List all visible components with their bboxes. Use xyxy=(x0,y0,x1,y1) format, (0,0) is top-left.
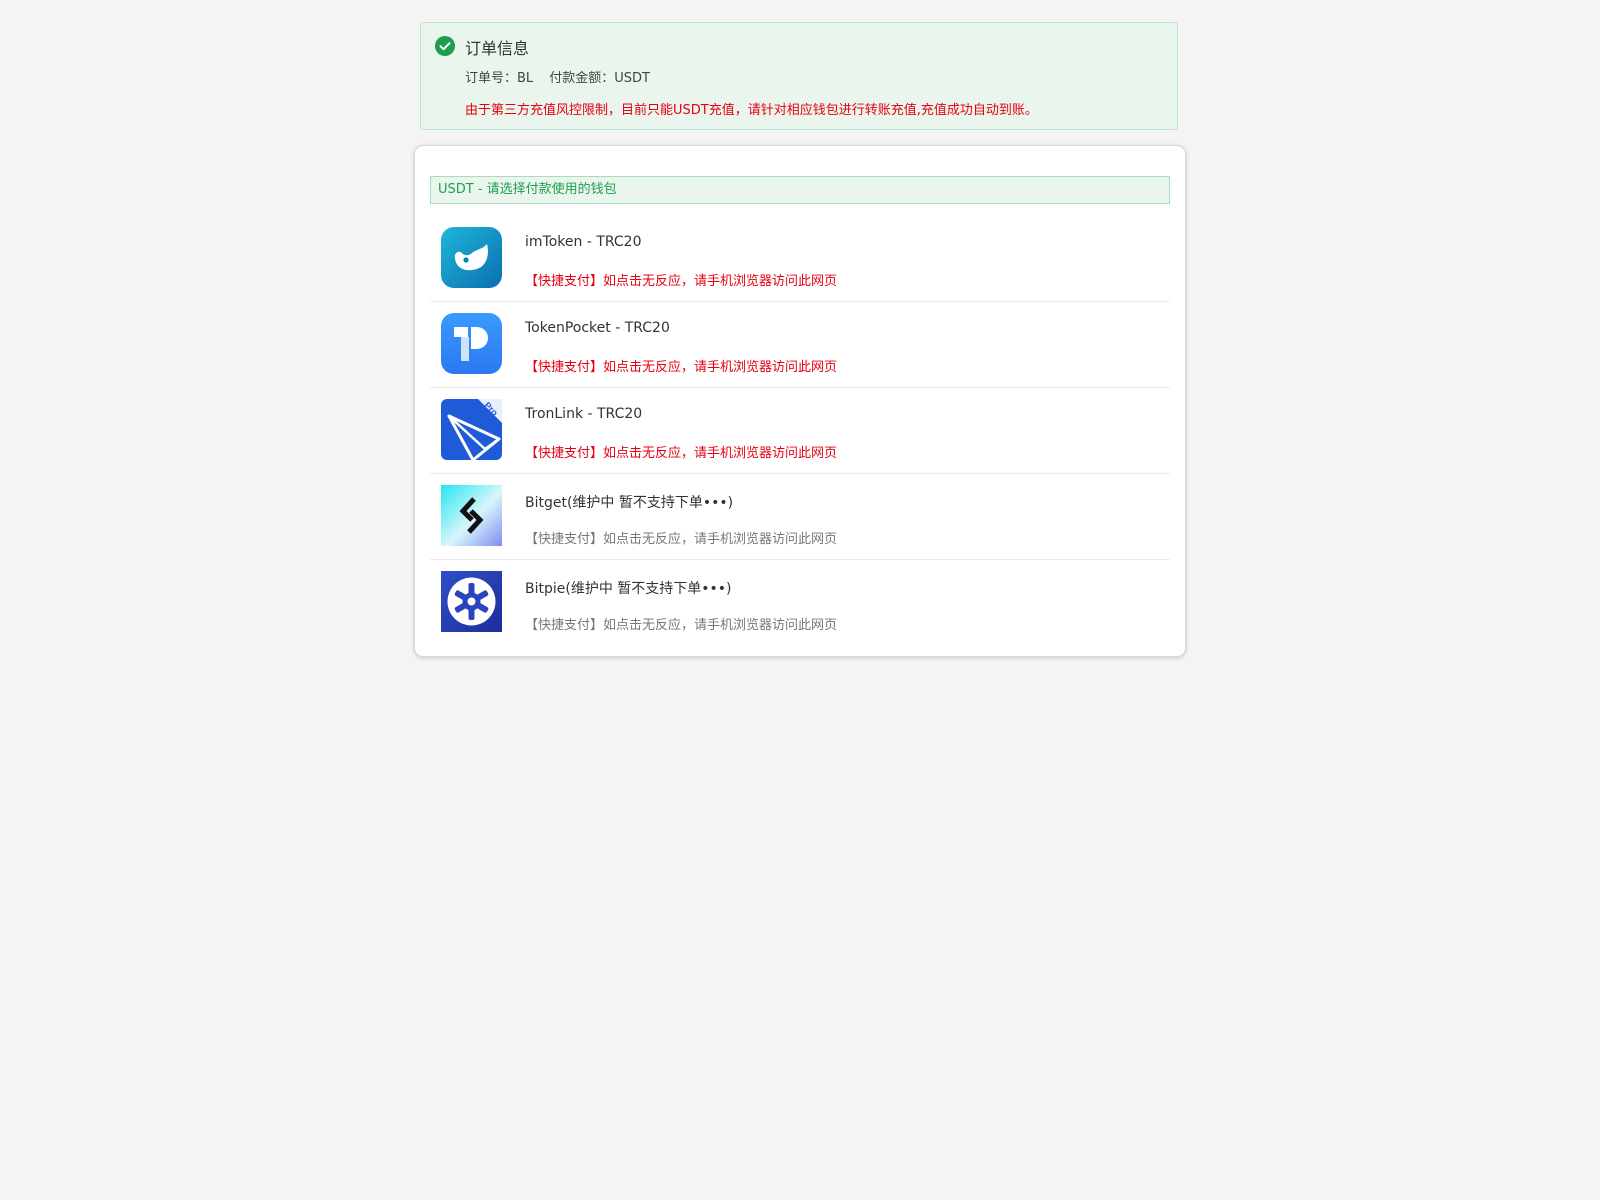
tokenpocket-logo-icon xyxy=(441,313,502,374)
wallet-item-tokenpocket[interactable]: TokenPocket - TRC20 【快捷支付】如点击无反应，请手机浏览器访… xyxy=(430,302,1170,388)
wallet-name: TronLink - TRC20 xyxy=(525,406,643,422)
wallet-name: TokenPocket - TRC20 xyxy=(525,320,670,336)
recharge-notice: 由于第三方充值风控限制，目前只能USDT充值，请针对相应钱包进行转账充值,充值成… xyxy=(465,103,1038,118)
order-number-value: BL xyxy=(517,71,534,86)
order-summary: 订单号：BL 付款金额：USDT xyxy=(465,67,650,86)
order-number-label: 订单号： xyxy=(465,71,518,86)
wallet-item-bitget[interactable]: Bitget(维护中 暂不支持下单•••) 【快捷支付】如点击无反应，请手机浏览… xyxy=(430,474,1170,560)
order-info-panel: 订单信息 订单号：BL 付款金额：USDT 由于第三方充值风控限制，目前只能USD… xyxy=(420,22,1178,130)
wallet-selection-card: USDT - 请选择付款使用的钱包 imToken - TRC20 【快捷支付】… xyxy=(414,145,1186,657)
wallet-item-tronlink[interactable]: Pro TronLink - TRC20 【快捷支付】如点击无反应，请手机浏览器… xyxy=(430,388,1170,474)
wallet-item-imtoken[interactable]: imToken - TRC20 【快捷支付】如点击无反应，请手机浏览器访问此网页 xyxy=(430,216,1170,302)
imtoken-logo-icon xyxy=(441,227,502,288)
payment-amount-label: 付款金额： xyxy=(549,71,615,86)
wallet-tip: 【快捷支付】如点击无反应，请手机浏览器访问此网页 xyxy=(525,274,838,289)
tronlink-logo-icon: Pro xyxy=(441,399,502,460)
wallet-name: imToken - TRC20 xyxy=(525,234,642,250)
bitget-logo-icon xyxy=(441,485,502,546)
wallet-item-bitpie[interactable]: Bitpie(维护中 暂不支持下单•••) 【快捷支付】如点击无反应，请手机浏览… xyxy=(430,560,1170,645)
payment-amount-value: USDT xyxy=(614,71,650,86)
wallet-tip: 【快捷支付】如点击无反应，请手机浏览器访问此网页 xyxy=(525,532,838,547)
wallet-list: imToken - TRC20 【快捷支付】如点击无反应，请手机浏览器访问此网页 xyxy=(430,216,1170,645)
bitpie-logo-icon xyxy=(441,571,502,632)
wallet-select-header: USDT - 请选择付款使用的钱包 xyxy=(430,176,1170,204)
wallet-tip: 【快捷支付】如点击无反应，请手机浏览器访问此网页 xyxy=(525,446,838,461)
wallet-name: Bitpie(维护中 暂不支持下单•••) xyxy=(525,581,732,597)
wallet-tip: 【快捷支付】如点击无反应，请手机浏览器访问此网页 xyxy=(525,618,838,633)
check-circle-icon xyxy=(435,36,455,56)
order-title: 订单信息 xyxy=(465,39,530,58)
wallet-tip: 【快捷支付】如点击无反应，请手机浏览器访问此网页 xyxy=(525,360,838,375)
wallet-name: Bitget(维护中 暂不支持下单•••) xyxy=(525,495,734,511)
